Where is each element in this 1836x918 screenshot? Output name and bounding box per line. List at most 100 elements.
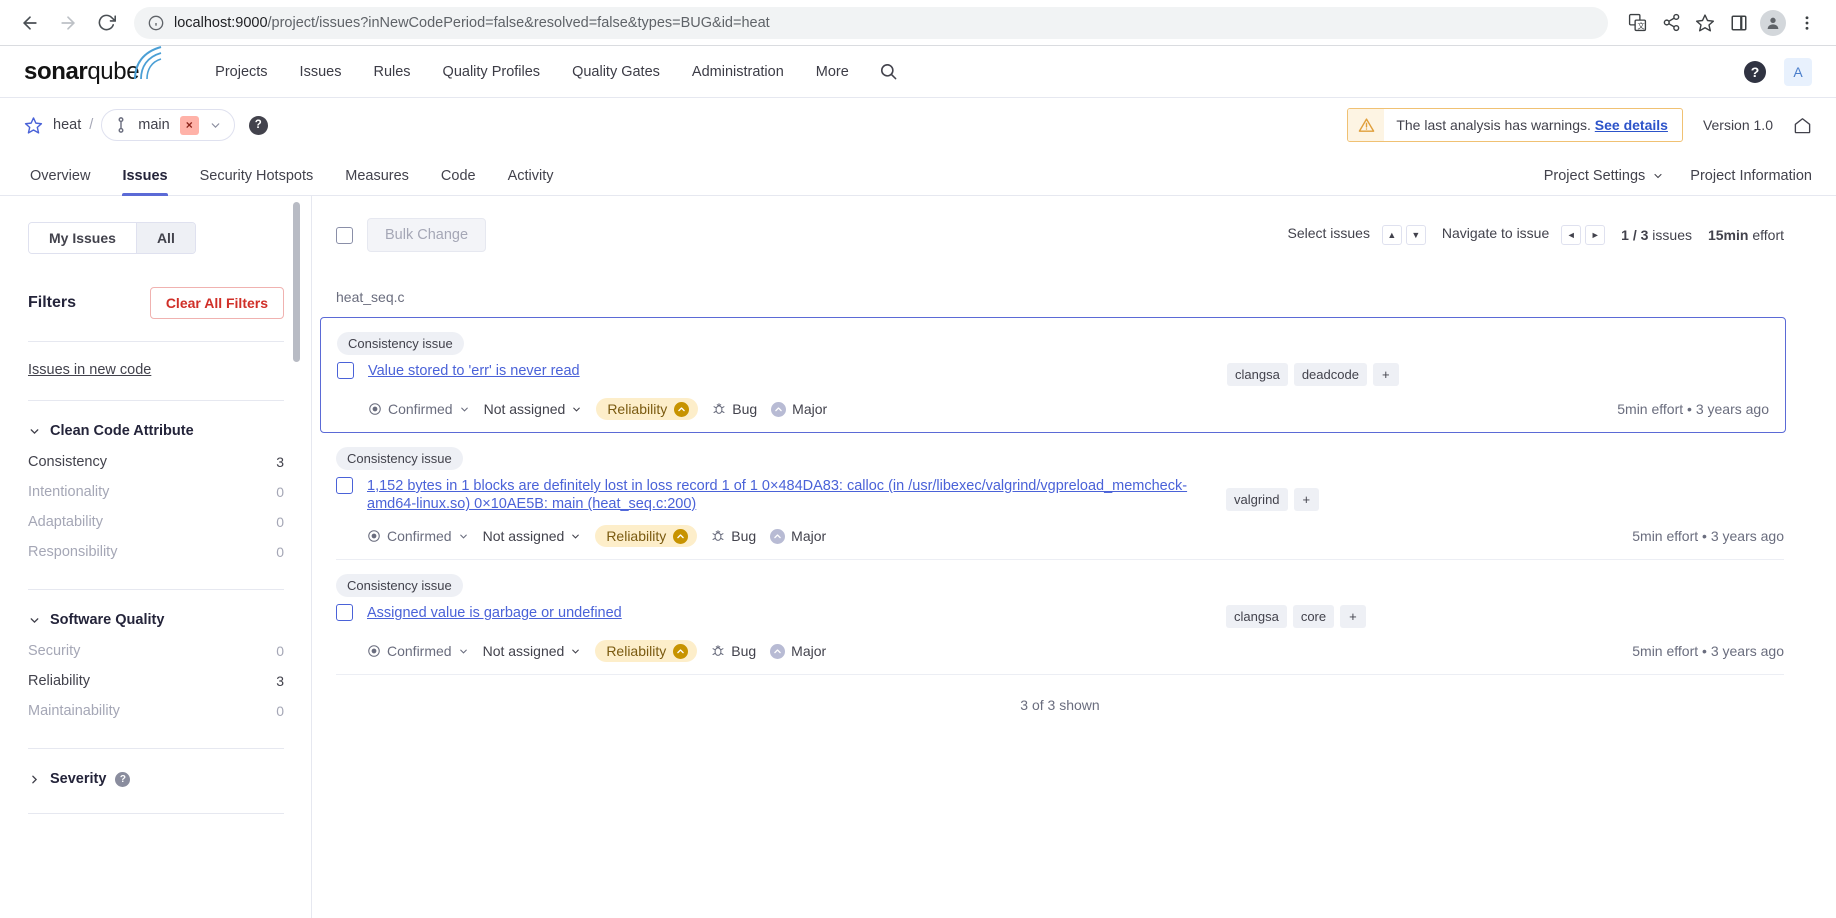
facet-clean-code-attribute[interactable]: Clean Code Attribute [28,423,284,439]
issue-title-link[interactable]: Assigned value is garbage or undefined [367,604,1212,622]
nav-item-quality-gates[interactable]: Quality Gates [556,58,676,86]
project-tabs-right: Project Settings Project Information [1544,168,1812,195]
home-icon[interactable] [1793,116,1812,135]
facet-severity[interactable]: Severity ? [28,771,284,787]
issue-assignee-dropdown[interactable]: Not assigned [484,401,583,417]
branch-name: main [138,117,170,133]
sonarqube-logo[interactable]: sonar qube [24,45,165,86]
chevron-down-icon[interactable] [209,119,222,132]
issue-checkbox[interactable] [336,477,353,494]
issue-row-1[interactable]: Consistency issue Value stored to 'err' … [320,317,1786,433]
browser-forward-button[interactable] [52,7,84,39]
branch-help-icon[interactable]: ? [248,115,268,135]
tab-security-hotspots[interactable]: Security Hotspots [184,168,330,195]
project-information-link[interactable]: Project Information [1690,168,1812,184]
tab-measures[interactable]: Measures [329,168,425,195]
facet-item-count: 3 [276,454,284,470]
user-avatar[interactable]: A [1784,57,1812,86]
branch-selector[interactable]: main × [101,109,235,141]
my-issues-button[interactable]: My Issues [29,223,136,253]
clear-all-filters-button[interactable]: Clear All Filters [149,287,284,319]
nav-item-issues[interactable]: Issues [284,58,358,86]
issue-checkbox[interactable] [337,362,354,379]
tag[interactable]: core [1292,605,1335,629]
tab-issues[interactable]: Issues [106,168,183,196]
profile-avatar-icon[interactable] [1758,8,1788,38]
address-bar[interactable]: localhost:9000/project/issues?inNewCodeP… [134,6,1608,39]
nav-item-administration[interactable]: Administration [676,58,800,86]
translate-icon[interactable]: 文 [1622,8,1652,38]
see-details-link[interactable]: See details [1595,117,1668,133]
tab-code[interactable]: Code [425,168,492,195]
facet-item-intentionality[interactable]: Intentionality 0 [28,477,284,507]
share-icon[interactable] [1656,8,1686,38]
project-settings-menu[interactable]: Project Settings [1544,168,1665,184]
facet-item-count: 0 [276,514,284,530]
nav-item-rules[interactable]: Rules [357,58,426,86]
arrow-left-key[interactable]: ◄ [1561,225,1582,245]
filters-header: Filters Clear All Filters [28,287,284,319]
browser-back-button[interactable] [14,7,46,39]
add-tag-button[interactable]: + [1293,488,1320,512]
facet-item-maintainability[interactable]: Maintainability 0 [28,696,284,726]
select-all-checkbox[interactable] [336,226,353,244]
more-menu-icon[interactable] [1792,8,1822,38]
facet-item-count: 3 [276,673,284,689]
tag[interactable]: valgrind [1226,488,1288,512]
software-quality-pill[interactable]: Reliability [595,640,698,663]
facet-item-consistency[interactable]: Consistency 3 [28,447,284,477]
software-quality-label: Reliability [606,528,667,545]
tag[interactable]: clangsa [1227,363,1288,386]
severity-help-icon[interactable]: ? [115,771,131,787]
tab-overview[interactable]: Overview [24,168,106,195]
software-quality-pill[interactable]: Reliability [596,398,699,420]
add-tag-button[interactable]: + [1372,363,1399,386]
issue-status-dropdown[interactable]: Confirmed [367,643,469,659]
bookmark-star-icon[interactable] [1690,8,1720,38]
tag[interactable]: deadcode [1293,363,1367,386]
tag[interactable]: clangsa [1226,605,1287,629]
project-name-breadcrumb[interactable]: heat [53,117,81,133]
sidebar-divider [311,196,312,918]
all-issues-button[interactable]: All [135,223,195,253]
arrow-up-key[interactable]: ▲ [1381,225,1402,245]
issue-row-2[interactable]: Consistency issue 1,152 bytes in 1 block… [336,433,1784,559]
issue-row-3[interactable]: Consistency issue Assigned value is garb… [336,559,1784,674]
issue-type: Bug [711,643,756,659]
nav-item-projects[interactable]: Projects [199,58,283,86]
favorite-star-icon[interactable] [24,116,43,135]
arrow-right-key[interactable]: ► [1585,225,1606,245]
bulk-change-button[interactable]: Bulk Change [367,218,487,252]
browser-reload-button[interactable] [90,7,122,39]
issue-assignee-dropdown[interactable]: Not assigned [483,643,582,659]
tab-activity[interactable]: Activity [492,168,570,195]
issues-in-new-code-link[interactable]: Issues in new code [28,342,284,378]
facet-item-adaptability[interactable]: Adaptability 0 [28,507,284,537]
nav-item-quality-profiles[interactable]: Quality Profiles [427,58,557,86]
search-icon[interactable] [879,62,898,81]
facet-item-security[interactable]: Security 0 [28,636,284,666]
issue-assignee-dropdown[interactable]: Not assigned [483,528,582,544]
facet-item-label: Consistency [28,454,107,470]
issue-status-dropdown[interactable]: Confirmed [368,401,470,417]
facet-item-reliability[interactable]: Reliability 3 [28,666,284,696]
side-panel-icon[interactable] [1724,8,1754,38]
facet-item-responsibility[interactable]: Responsibility 0 [28,537,284,567]
software-quality-pill[interactable]: Reliability [595,525,698,548]
add-tag-button[interactable]: + [1340,605,1366,629]
arrow-down-key[interactable]: ▼ [1405,225,1426,245]
sidebar-scrollbar-track[interactable] [293,196,306,918]
site-info-icon[interactable] [148,15,164,31]
nav-item-more[interactable]: More [800,58,865,86]
effort-unit: effort [1748,227,1784,243]
issue-title-link[interactable]: Value stored to 'err' is never read [368,362,1213,380]
issues-counter: 1 / 3 issues [1621,227,1692,243]
issue-checkbox[interactable] [336,604,353,622]
sidebar-scrollbar-thumb[interactable] [293,202,300,362]
issue-title-link[interactable]: 1,152 bytes in 1 blocks are definitely l… [367,477,1212,513]
file-path-label[interactable]: heat_seq.c [336,289,1784,305]
filters-sidebar: My Issues All Filters Clear All Filters … [0,196,312,918]
facet-software-quality[interactable]: Software Quality [28,612,284,628]
issue-status-dropdown[interactable]: Confirmed [367,528,469,544]
help-icon[interactable]: ? [1744,60,1766,83]
